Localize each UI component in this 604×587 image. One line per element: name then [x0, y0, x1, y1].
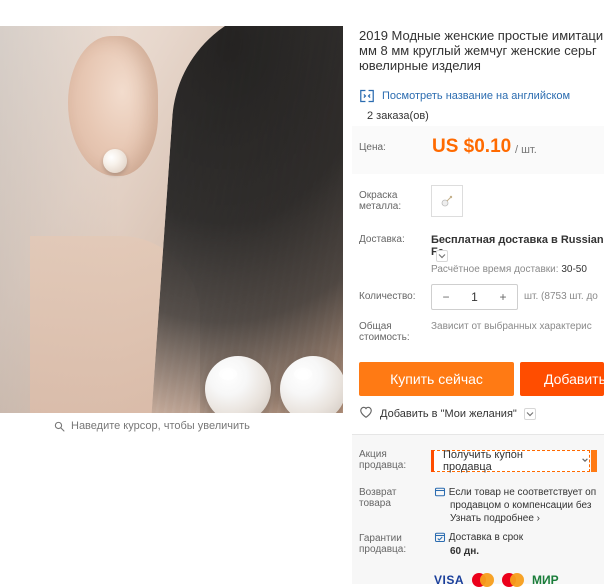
- search-icon: [54, 421, 65, 432]
- delivery-estimate-value: 30-50: [561, 264, 587, 275]
- delivery-estimate: Расчётное время доставки: 30-50: [431, 264, 587, 275]
- coupon-label: Получить купон продавца: [443, 449, 523, 473]
- zoom-hint-text: Наведите курсор, чтобы увеличить: [71, 420, 250, 432]
- guarantee-text-line1: Доставка в срок: [448, 532, 524, 543]
- maestro-icon: [502, 573, 525, 587]
- pearl-earring-left: [205, 356, 271, 413]
- returns-label: Возврат товара: [359, 487, 397, 509]
- returns-learn-more-link[interactable]: Узнать подробнее ›: [434, 513, 540, 524]
- coupon-left-accent: [431, 450, 434, 472]
- shipping-free: Бесплатная доставка в: [431, 234, 558, 246]
- visa-logo: VISA: [434, 573, 465, 587]
- delivery-estimate-label: Расчётное время доставки:: [431, 264, 559, 275]
- price-unit: / шт.: [515, 144, 537, 156]
- wishlist-label: Добавить в "Мои желания": [380, 407, 517, 420]
- guarantee-info: Доставка в срок 60 дн.: [434, 531, 523, 559]
- product-image[interactable]: [0, 26, 343, 413]
- total-label: Общая стоимость:: [359, 321, 410, 343]
- orders-count: 2 заказа(ов): [367, 110, 429, 122]
- mir-logo: МИР: [532, 573, 559, 587]
- returns-text-line1: Если товар не соответствует оп: [448, 487, 597, 498]
- quantity-decrease-button[interactable]: −: [438, 290, 454, 304]
- shipping-value: Бесплатная доставка в Russian Fe: [431, 234, 604, 258]
- returns-text-line2: продавцом о компенсации без: [450, 500, 592, 511]
- guarantee-label: Гарантии продавца:: [359, 533, 407, 555]
- guarantee-text-line2: 60 дн.: [450, 546, 480, 557]
- pearl-earring-right: [280, 356, 343, 413]
- returns-info: Если товар не соответствует оп продавцом…: [434, 486, 604, 525]
- shipping-dropdown[interactable]: [436, 250, 448, 262]
- returns-icon: [434, 486, 446, 498]
- product-details: 2019 Модные женские простые имитаци мм 8…: [352, 0, 604, 587]
- promo-label: Акция продавца:: [359, 449, 407, 471]
- price-label: Цена:: [359, 142, 386, 153]
- mastercard-icon: [472, 573, 495, 587]
- chevron-down-icon: [438, 254, 446, 259]
- chevron-down-icon: [581, 455, 589, 467]
- quantity-label: Количество:: [359, 291, 416, 302]
- quantity-value[interactable]: 1: [463, 290, 487, 304]
- add-to-cart-button[interactable]: Добавить: [520, 362, 604, 396]
- calendar-check-icon: [434, 531, 446, 543]
- add-to-wishlist[interactable]: Добавить в "Мои желания": [359, 406, 536, 421]
- coupon-right-accent: [591, 450, 597, 472]
- product-title: 2019 Модные женские простые имитаци мм 8…: [359, 28, 604, 73]
- price-value: US $0.10: [432, 136, 512, 157]
- heart-icon: [359, 406, 373, 421]
- total-value: Зависит от выбранных характерис: [431, 321, 592, 332]
- wishlist-dropdown[interactable]: [523, 407, 536, 420]
- quantity-stepper[interactable]: − 1 +: [431, 284, 518, 310]
- payment-methods: VISA МИР: [434, 573, 559, 587]
- metal-color-option[interactable]: [431, 185, 463, 217]
- chevron-down-icon: [526, 411, 534, 416]
- quantity-increase-button[interactable]: +: [495, 290, 511, 304]
- translate-icon: [359, 89, 375, 103]
- buy-now-button[interactable]: Купить сейчас: [359, 362, 514, 396]
- model-hair: [149, 26, 343, 413]
- earring-thumbnail-icon: [441, 195, 453, 207]
- get-coupon-button[interactable]: Получить купон продавца: [431, 449, 597, 473]
- pearl-earring-on-ear: [103, 149, 127, 173]
- translate-title-text: Посмотреть название на английском: [382, 90, 571, 102]
- price-block: Цена: US $0.10 / шт.: [352, 126, 604, 174]
- metal-color-label: Окраска металла:: [359, 190, 402, 212]
- shipping-label: Доставка:: [359, 234, 405, 245]
- translate-title-link[interactable]: Посмотреть название на английском: [359, 89, 570, 103]
- seller-services-panel: Акция продавца: Получить купон продавца …: [352, 434, 604, 587]
- stock-info: шт. (8753 шт. до: [524, 291, 598, 302]
- zoom-hint: Наведите курсор, чтобы увеличить: [54, 420, 250, 432]
